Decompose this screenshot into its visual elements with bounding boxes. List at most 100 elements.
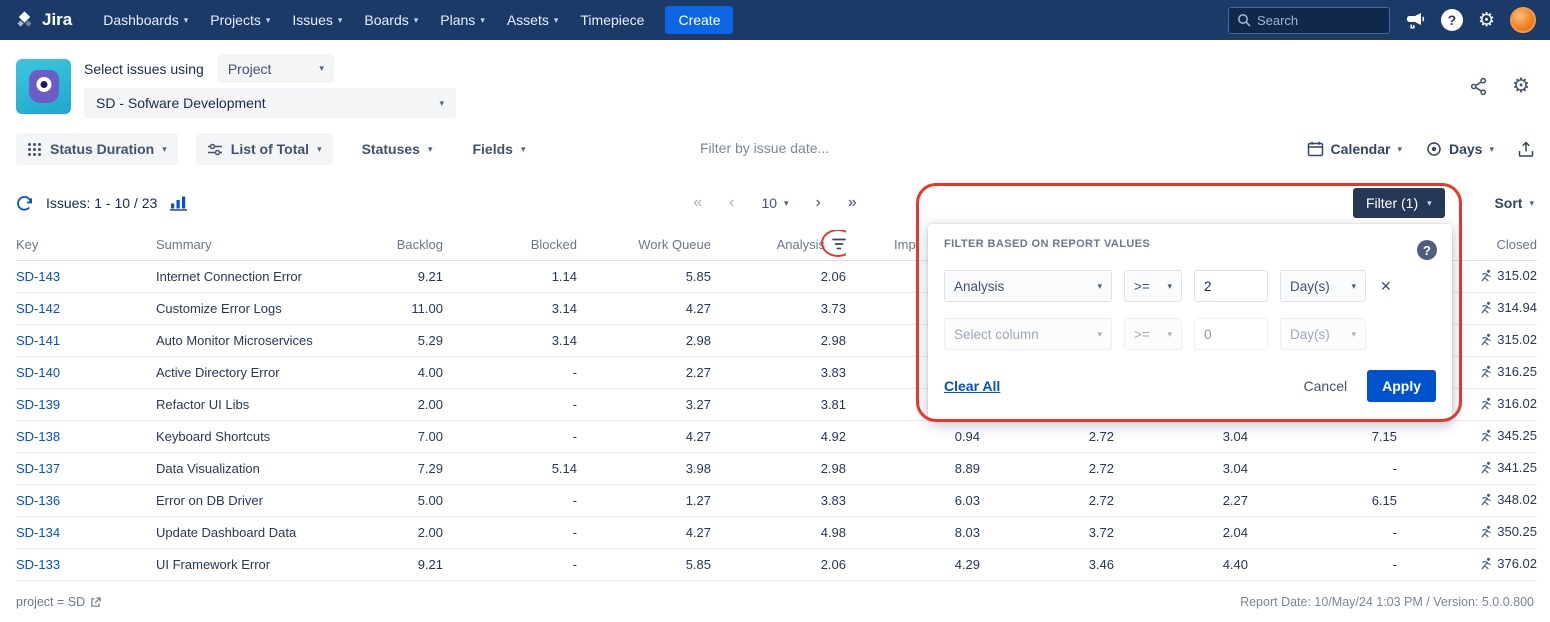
nav-item-timepiece[interactable]: Timepiece: [569, 0, 655, 40]
statuses-select[interactable]: Statuses ▾: [351, 133, 444, 165]
duration-cell: 2.72: [980, 484, 1114, 516]
filter-operator-select[interactable]: >= ▾: [1124, 270, 1182, 302]
nav-item-dashboards[interactable]: Dashboards▾: [92, 0, 199, 40]
filter-column-placeholder: Select column: [954, 327, 1039, 342]
duration-cell: 3.46: [980, 548, 1114, 580]
project-select[interactable]: SD - Sofware Development ▾: [84, 88, 456, 118]
duration-cell: 2.72: [980, 452, 1114, 484]
duration-cell: 3.14: [443, 292, 577, 324]
clear-all-link[interactable]: Clear All: [944, 378, 1000, 394]
nav-item-assets[interactable]: Assets▾: [496, 0, 570, 40]
apply-button[interactable]: Apply: [1367, 370, 1436, 402]
filter-button[interactable]: Filter (1) ▾: [1353, 188, 1445, 218]
duration-cell: 7.29: [386, 452, 443, 484]
issue-source-select[interactable]: Project ▾: [218, 54, 334, 83]
sort-button[interactable]: Sort ▾: [1494, 186, 1534, 220]
chevron-down-icon: ▾: [162, 145, 167, 154]
duration-cell: -: [443, 388, 577, 420]
time-unit-select[interactable]: Days ▾: [1426, 141, 1494, 157]
duration-cell: 2.00: [386, 516, 443, 548]
column-filter-funnel-icon[interactable]: [832, 238, 846, 253]
duration-cell: 2.06: [711, 260, 846, 292]
nav-item-projects[interactable]: Projects▾: [199, 0, 281, 40]
report-settings-gear-icon[interactable]: ⚙: [1512, 76, 1530, 96]
issue-key-link[interactable]: SD-138: [16, 429, 60, 444]
column-header-key[interactable]: Key: [16, 230, 156, 260]
issue-key-link[interactable]: SD-133: [16, 557, 60, 572]
eye-target-icon: [1426, 141, 1442, 157]
issue-key-link[interactable]: SD-137: [16, 461, 60, 476]
issue-summary: UI Framework Error: [156, 548, 386, 580]
issue-key-link[interactable]: SD-140: [16, 365, 60, 380]
share-icon[interactable]: [1469, 77, 1488, 96]
project-filter-link[interactable]: project = SD: [16, 595, 101, 609]
issue-key-link[interactable]: SD-136: [16, 493, 60, 508]
chevron-down-icon: ▾: [428, 145, 433, 154]
filter-operator-value-2: >=: [1134, 327, 1150, 342]
filter-value-input[interactable]: [1194, 270, 1268, 302]
export-icon[interactable]: [1518, 141, 1534, 158]
next-page-icon[interactable]: ›: [816, 195, 821, 211]
chevron-down-icon: ▾: [338, 16, 343, 25]
issue-key-link[interactable]: SD-139: [16, 397, 60, 412]
last-page-icon[interactable]: »: [848, 195, 857, 211]
filter-operator-select-2[interactable]: >= ▾: [1124, 318, 1182, 350]
closed-duration-cell: 376.02: [1397, 548, 1537, 580]
table-row: SD-137Data Visualization7.295.143.982.98…: [16, 452, 1537, 484]
prev-page-icon[interactable]: ‹: [729, 195, 734, 211]
search-icon: [1237, 13, 1251, 27]
user-avatar[interactable]: [1510, 7, 1536, 33]
duration-cell: 3.14: [443, 324, 577, 356]
filter-unit-select-2[interactable]: Day(s) ▾: [1280, 318, 1366, 350]
filter-column-value: Analysis: [954, 279, 1004, 294]
column-label: Closed: [1497, 237, 1537, 252]
chart-view-icon[interactable]: [170, 195, 188, 211]
column-header-backlog[interactable]: Backlog: [386, 230, 443, 260]
report-type-select[interactable]: Status Duration ▾: [16, 133, 178, 165]
chevron-down-icon: ▾: [1351, 330, 1356, 339]
view-mode-select[interactable]: List of Total ▾: [196, 133, 333, 165]
panel-help-icon[interactable]: ?: [1417, 240, 1437, 260]
duration-cell: 8.89: [846, 452, 980, 484]
refresh-icon[interactable]: [16, 195, 33, 212]
jira-logo-icon: [14, 10, 35, 31]
duration-cell: 11.00: [386, 292, 443, 324]
page-size-select[interactable]: 10 ▾: [761, 195, 788, 211]
duration-cell: 3.98: [577, 452, 711, 484]
duration-icon: [1480, 365, 1493, 378]
create-button[interactable]: Create: [665, 6, 733, 34]
cancel-button[interactable]: Cancel: [1304, 378, 1348, 394]
first-page-icon[interactable]: «: [693, 195, 702, 211]
nav-item-boards[interactable]: Boards▾: [353, 0, 429, 40]
nav-item-issues[interactable]: Issues▾: [281, 0, 353, 40]
issue-key-link[interactable]: SD-134: [16, 525, 60, 540]
remove-filter-icon[interactable]: ✕: [1380, 278, 1392, 295]
column-header-work-queue[interactable]: Work Queue: [577, 230, 711, 260]
filter-value-input-2[interactable]: [1194, 318, 1268, 350]
issue-date-filter-field[interactable]: Filter by issue date...: [700, 140, 829, 156]
filter-column-select-2[interactable]: Select column ▾: [944, 318, 1112, 350]
duration-cell: 5.14: [443, 452, 577, 484]
filter-column-select[interactable]: Analysis ▾: [944, 270, 1112, 302]
calendar-select[interactable]: Calendar ▾: [1307, 141, 1402, 157]
duration-cell: -: [443, 356, 577, 388]
issue-key-link[interactable]: SD-142: [16, 301, 60, 316]
column-header-blocked[interactable]: Blocked: [443, 230, 577, 260]
search-box[interactable]: [1228, 7, 1390, 34]
issue-key-link[interactable]: SD-143: [16, 269, 60, 284]
help-icon[interactable]: ?: [1441, 9, 1463, 31]
filter-unit-select[interactable]: Day(s) ▾: [1280, 270, 1366, 302]
duration-cell: 4.29: [846, 548, 980, 580]
fields-select[interactable]: Fields ▾: [461, 133, 536, 165]
jira-logo[interactable]: Jira: [14, 10, 72, 31]
search-input[interactable]: [1257, 13, 1375, 28]
page-size-value: 10: [761, 195, 777, 211]
column-header-summary[interactable]: Summary: [156, 230, 386, 260]
settings-gear-icon[interactable]: ⚙: [1478, 11, 1495, 30]
nav-item-plans[interactable]: Plans▾: [429, 0, 496, 40]
issue-key-link[interactable]: SD-141: [16, 333, 60, 348]
duration-icon: [1480, 301, 1493, 314]
column-header-analysis[interactable]: Analysis: [711, 230, 846, 260]
issue-summary: Data Visualization: [156, 452, 386, 484]
announcements-megaphone-icon[interactable]: [1405, 11, 1426, 30]
